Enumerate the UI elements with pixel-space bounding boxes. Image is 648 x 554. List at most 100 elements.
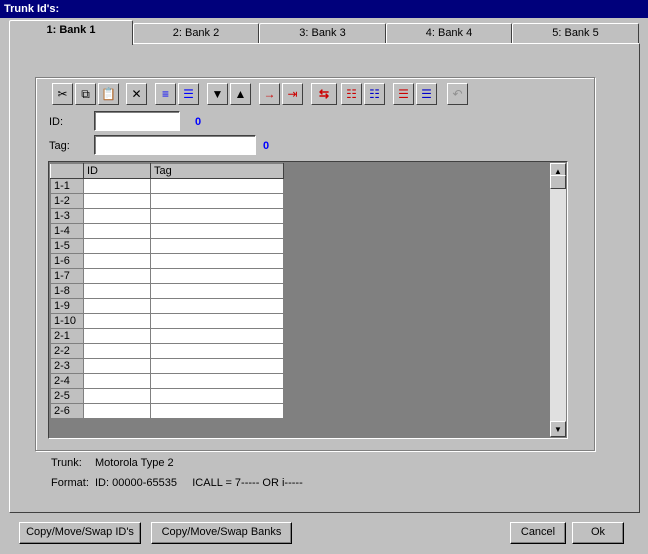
- cell-tag[interactable]: [150, 373, 284, 389]
- cell-tag[interactable]: [150, 283, 284, 299]
- copy-move-swap-ids-button[interactable]: Copy/Move/Swap ID's: [19, 522, 141, 544]
- insert-button[interactable]: →: [259, 83, 280, 105]
- tab-bank-5[interactable]: 5: Bank 5: [512, 23, 639, 43]
- trunk-id-grid[interactable]: ID Tag 1-1 1-2 1-3 1-4 1-5 1-6 1-7 1-8 1-9 1-10 2-…: [48, 161, 568, 439]
- table-row[interactable]: 2-3: [50, 358, 284, 374]
- table-row[interactable]: 1-1: [50, 178, 284, 194]
- cell-tag[interactable]: [150, 223, 284, 239]
- row-header[interactable]: 2-1: [50, 328, 84, 344]
- delete-button[interactable]: ✕: [126, 83, 147, 105]
- row-header[interactable]: 1-9: [50, 298, 84, 314]
- row-header[interactable]: 1-2: [50, 193, 84, 209]
- row-header[interactable]: 1-4: [50, 223, 84, 239]
- cell-tag[interactable]: [150, 208, 284, 224]
- copy-button[interactable]: ⧉: [75, 83, 96, 105]
- cell-tag[interactable]: [150, 253, 284, 269]
- row-header[interactable]: 1-7: [50, 268, 84, 284]
- table-row[interactable]: 1-9: [50, 298, 284, 314]
- trunk-label: Trunk:: [51, 457, 82, 469]
- row-header[interactable]: 1-8: [50, 283, 84, 299]
- row-header[interactable]: 2-2: [50, 343, 84, 359]
- cell-id[interactable]: [83, 313, 151, 329]
- table-row[interactable]: 2-6: [50, 403, 284, 419]
- cell-tag[interactable]: [150, 403, 284, 419]
- table-row[interactable]: 2-1: [50, 328, 284, 344]
- cell-id[interactable]: [83, 238, 151, 254]
- cell-tag[interactable]: [150, 388, 284, 404]
- cell-tag[interactable]: [150, 298, 284, 314]
- ok-button[interactable]: Ok: [572, 522, 624, 544]
- align-button[interactable]: ≡: [155, 83, 176, 105]
- id-input[interactable]: [94, 111, 180, 131]
- cell-tag[interactable]: [150, 328, 284, 344]
- table-row[interactable]: 2-2: [50, 343, 284, 359]
- copy-move-swap-banks-button[interactable]: Copy/Move/Swap Banks: [151, 522, 292, 544]
- list-button-2[interactable]: ☷: [364, 83, 385, 105]
- move-up-button[interactable]: ▲: [230, 83, 251, 105]
- cell-tag[interactable]: [150, 358, 284, 374]
- cut-button[interactable]: ✂: [52, 83, 73, 105]
- cell-tag[interactable]: [150, 313, 284, 329]
- tab-bank-3[interactable]: 3: Bank 3: [259, 23, 386, 43]
- scroll-thumb[interactable]: [550, 175, 566, 189]
- table-row[interactable]: 1-10: [50, 313, 284, 329]
- list-icon-2: ☷: [369, 87, 380, 101]
- table-row[interactable]: 2-4: [50, 373, 284, 389]
- row-header[interactable]: 1-6: [50, 253, 84, 269]
- undo-button[interactable]: ↶: [447, 83, 468, 105]
- cell-id[interactable]: [83, 268, 151, 284]
- row-header[interactable]: 2-3: [50, 358, 84, 374]
- tab-bank-4[interactable]: 4: Bank 4: [386, 23, 512, 43]
- cell-tag[interactable]: [150, 268, 284, 284]
- row-header[interactable]: 2-4: [50, 373, 84, 389]
- scroll-down-button[interactable]: ▼: [550, 421, 566, 437]
- swap-button[interactable]: ⇆: [311, 83, 337, 105]
- cell-tag[interactable]: [150, 193, 284, 209]
- cell-id[interactable]: [83, 388, 151, 404]
- table-row[interactable]: 1-7: [50, 268, 284, 284]
- cell-id[interactable]: [83, 373, 151, 389]
- cell-id[interactable]: [83, 403, 151, 419]
- table-row[interactable]: 1-8: [50, 283, 284, 299]
- cell-id[interactable]: [83, 193, 151, 209]
- cell-id[interactable]: [83, 283, 151, 299]
- table-row[interactable]: 1-3: [50, 208, 284, 224]
- paste-button[interactable]: 📋: [98, 83, 119, 105]
- sort-asc-button[interactable]: ☰: [393, 83, 414, 105]
- row-header[interactable]: 2-6: [50, 403, 84, 419]
- row-header[interactable]: 1-3: [50, 208, 84, 224]
- table-row[interactable]: 1-4: [50, 223, 284, 239]
- insert-below-icon: ⇥: [287, 87, 298, 101]
- row-header[interactable]: 1-10: [50, 313, 84, 329]
- column-header-tag[interactable]: Tag: [150, 163, 284, 179]
- column-header-id[interactable]: ID: [83, 163, 151, 179]
- table-row[interactable]: 1-6: [50, 253, 284, 269]
- cancel-button[interactable]: Cancel: [510, 522, 566, 544]
- table-row[interactable]: 2-5: [50, 388, 284, 404]
- tag-input[interactable]: [94, 135, 256, 155]
- cell-id[interactable]: [83, 178, 151, 194]
- table-row[interactable]: 1-2: [50, 193, 284, 209]
- table-row[interactable]: 1-5: [50, 238, 284, 254]
- cell-id[interactable]: [83, 223, 151, 239]
- cell-id[interactable]: [83, 208, 151, 224]
- cell-id[interactable]: [83, 253, 151, 269]
- list-button-1[interactable]: ☷: [341, 83, 362, 105]
- move-down-button[interactable]: ▼: [207, 83, 228, 105]
- cell-tag[interactable]: [150, 343, 284, 359]
- cell-id[interactable]: [83, 343, 151, 359]
- align-alt-button[interactable]: ☰: [178, 83, 199, 105]
- insert-below-button[interactable]: ⇥: [282, 83, 303, 105]
- tab-bank-2[interactable]: 2: Bank 2: [133, 23, 259, 43]
- row-header[interactable]: 2-5: [50, 388, 84, 404]
- tab-bank-1[interactable]: 1: Bank 1: [9, 20, 133, 45]
- row-header[interactable]: 1-1: [50, 178, 84, 194]
- grid-vertical-scrollbar[interactable]: ▲ ▼: [550, 163, 566, 437]
- cell-id[interactable]: [83, 358, 151, 374]
- cell-tag[interactable]: [150, 238, 284, 254]
- sort-desc-button[interactable]: ☰: [416, 83, 437, 105]
- cell-tag[interactable]: [150, 178, 284, 194]
- cell-id[interactable]: [83, 328, 151, 344]
- cell-id[interactable]: [83, 298, 151, 314]
- row-header[interactable]: 1-5: [50, 238, 84, 254]
